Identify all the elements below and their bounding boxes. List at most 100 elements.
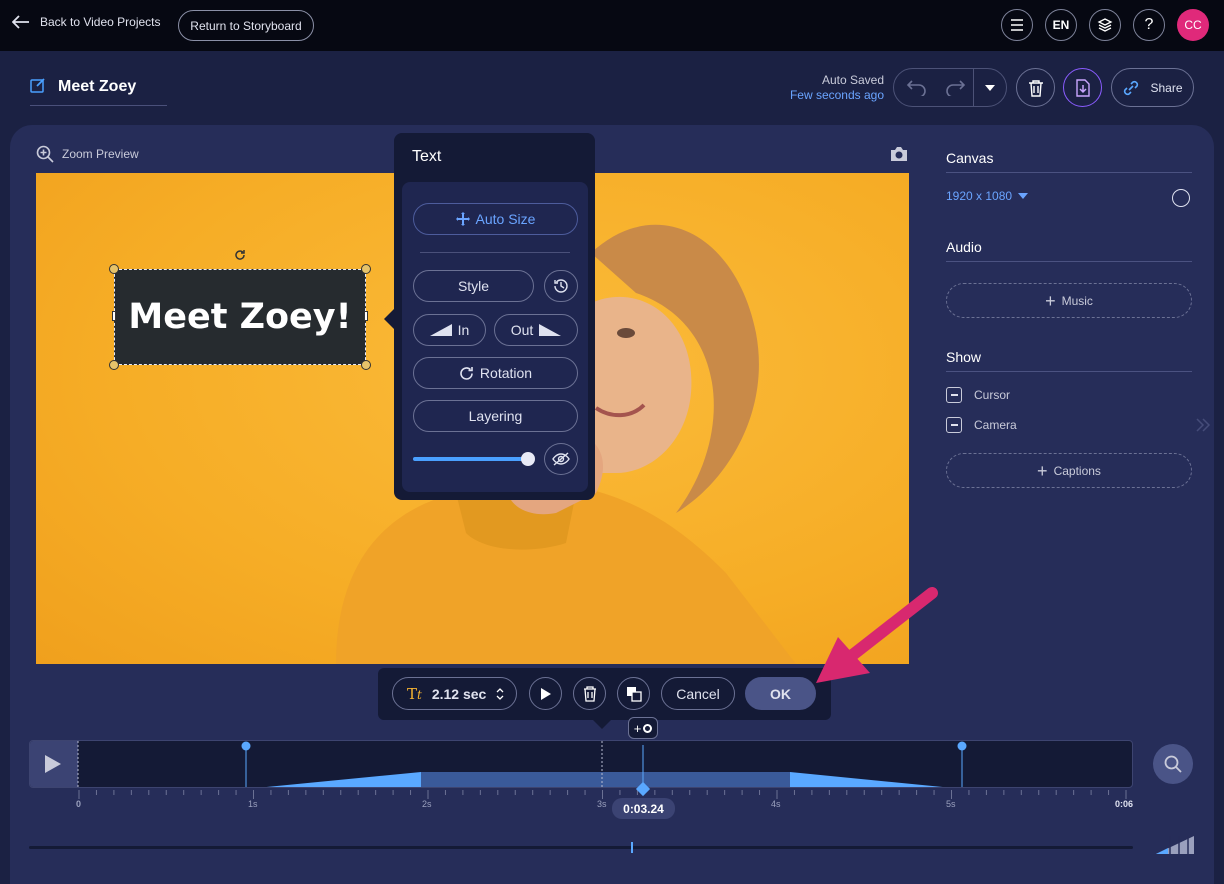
back-to-projects-link[interactable]: Back to Video Projects bbox=[12, 15, 161, 29]
popup-divider bbox=[420, 252, 570, 253]
autosave-label: Auto Saved bbox=[821, 73, 884, 87]
help-button[interactable]: ? bbox=[1133, 9, 1165, 41]
resize-handle-right[interactable] bbox=[364, 311, 368, 321]
auto-size-label: Auto Size bbox=[475, 211, 536, 227]
duration-value: 2.12 sec bbox=[431, 685, 487, 702]
timeline-track[interactable] bbox=[29, 740, 1133, 788]
chevron-down-icon[interactable] bbox=[984, 84, 996, 92]
layers-icon bbox=[1097, 18, 1113, 32]
rotate-handle-icon[interactable] bbox=[234, 249, 246, 261]
search-icon bbox=[1164, 755, 1182, 773]
rotation-label: Rotation bbox=[479, 365, 533, 381]
zoom-in-icon bbox=[36, 145, 54, 163]
edit-icon bbox=[30, 78, 45, 93]
timeline-zoom-button[interactable] bbox=[1153, 744, 1193, 784]
share-button[interactable]: Share bbox=[1111, 68, 1194, 107]
background-color-swatch[interactable] bbox=[1172, 189, 1190, 207]
canvas-heading: Canvas bbox=[946, 150, 1192, 173]
tick-label-0: 0 bbox=[76, 799, 82, 809]
cursor-label: Cursor bbox=[974, 388, 1011, 402]
move-icon bbox=[455, 212, 470, 226]
cancel-button[interactable]: Cancel bbox=[661, 677, 735, 710]
cursor-checkbox[interactable] bbox=[946, 387, 962, 403]
text-overlay-content: Meet Zoey! bbox=[128, 297, 352, 337]
canvas-size-dropdown[interactable]: 1920 x 1080 bbox=[946, 189, 1029, 203]
style-button[interactable]: Style bbox=[413, 270, 534, 302]
ramp-up-icon bbox=[429, 324, 452, 336]
menu-button[interactable] bbox=[1001, 9, 1033, 41]
tick-label-5s: 5s bbox=[946, 799, 956, 809]
link-icon bbox=[1124, 80, 1139, 95]
plus-icon: + bbox=[633, 720, 642, 736]
return-to-storyboard-button[interactable]: Return to Storyboard bbox=[178, 10, 314, 41]
zoom-preview-label: Zoom Preview bbox=[62, 147, 139, 161]
music-label: Music bbox=[1061, 293, 1093, 308]
text-type-icon: Tt bbox=[407, 684, 422, 703]
zoom-preview-button[interactable]: Zoom Preview bbox=[36, 145, 139, 163]
resize-handle-bl[interactable] bbox=[109, 360, 119, 370]
visibility-toggle[interactable] bbox=[544, 443, 578, 475]
timeline-scroll-thumb[interactable] bbox=[631, 842, 633, 853]
add-music-button[interactable]: + Music bbox=[946, 283, 1192, 318]
undo-icon[interactable] bbox=[906, 78, 928, 96]
timeline-waveform bbox=[30, 741, 967, 787]
tick-label-end: 0:06 bbox=[1115, 799, 1134, 809]
camera-label: Camera bbox=[974, 418, 1017, 432]
camera-checkbox[interactable] bbox=[946, 417, 962, 433]
project-title-area[interactable]: Meet Zoey bbox=[30, 77, 167, 106]
toolbar-pointer bbox=[593, 720, 611, 729]
resize-handle-tl[interactable] bbox=[109, 264, 119, 274]
share-label: Share bbox=[1150, 80, 1183, 95]
tick-label-1s: 1s bbox=[248, 799, 258, 809]
layering-button[interactable]: Layering bbox=[413, 400, 578, 432]
resize-handle-left[interactable] bbox=[112, 311, 116, 321]
ok-button[interactable]: OK bbox=[745, 677, 816, 710]
circle-icon bbox=[643, 723, 653, 733]
history-icon bbox=[554, 279, 568, 293]
add-marker-button[interactable]: + bbox=[628, 717, 658, 739]
text-overlay[interactable]: Meet Zoey! bbox=[114, 269, 366, 365]
timeline-play-button[interactable] bbox=[29, 740, 77, 788]
history-button[interactable] bbox=[544, 270, 578, 302]
show-heading: Show bbox=[946, 349, 1192, 372]
popup-title: Text bbox=[412, 148, 442, 165]
resize-handle-tr[interactable] bbox=[361, 264, 371, 274]
animation-out-button[interactable]: Out bbox=[494, 314, 578, 346]
hamburger-icon bbox=[1011, 19, 1023, 31]
captions-label: Captions bbox=[1053, 463, 1101, 478]
ruler-ticks bbox=[78, 790, 1127, 799]
duplicate-element-button[interactable] bbox=[617, 677, 650, 710]
redo-icon[interactable] bbox=[944, 78, 966, 96]
plus-icon: + bbox=[1045, 290, 1056, 311]
timeline-scrollbar[interactable] bbox=[29, 846, 1133, 849]
delete-button[interactable] bbox=[1016, 68, 1055, 107]
collapse-panel-icon[interactable] bbox=[1195, 417, 1211, 433]
play-icon bbox=[45, 755, 61, 773]
canvas-size-value: 1920 x 1080 bbox=[946, 189, 1013, 203]
rotate-icon bbox=[460, 366, 473, 380]
popup-pointer bbox=[384, 309, 394, 329]
user-avatar[interactable]: CC bbox=[1177, 9, 1209, 41]
auto-size-button[interactable]: Auto Size bbox=[413, 203, 578, 235]
animation-in-button[interactable]: In bbox=[413, 314, 486, 346]
cursor-toggle[interactable]: Cursor bbox=[946, 387, 1010, 403]
undo-divider bbox=[973, 69, 974, 106]
back-label: Back to Video Projects bbox=[40, 15, 161, 29]
timeline-zoom-level-icon[interactable] bbox=[1156, 836, 1194, 854]
download-button[interactable] bbox=[1063, 68, 1102, 107]
duration-stepper[interactable]: Tt 2.12 sec bbox=[392, 677, 517, 710]
project-title: Meet Zoey bbox=[58, 78, 137, 95]
resize-handle-br[interactable] bbox=[361, 360, 371, 370]
caret-down-icon bbox=[1018, 193, 1029, 199]
opacity-slider-thumb[interactable] bbox=[521, 452, 535, 466]
language-button[interactable]: EN bbox=[1045, 9, 1077, 41]
camera-icon[interactable] bbox=[889, 146, 909, 162]
rotation-button[interactable]: Rotation bbox=[413, 357, 578, 389]
play-element-button[interactable] bbox=[529, 677, 562, 710]
arrow-left-icon bbox=[12, 15, 29, 29]
opacity-slider-track[interactable] bbox=[413, 457, 528, 461]
layers-button[interactable] bbox=[1089, 9, 1121, 41]
delete-element-button[interactable] bbox=[573, 677, 606, 710]
add-captions-button[interactable]: + Captions bbox=[946, 453, 1192, 488]
camera-toggle[interactable]: Camera bbox=[946, 417, 1017, 433]
